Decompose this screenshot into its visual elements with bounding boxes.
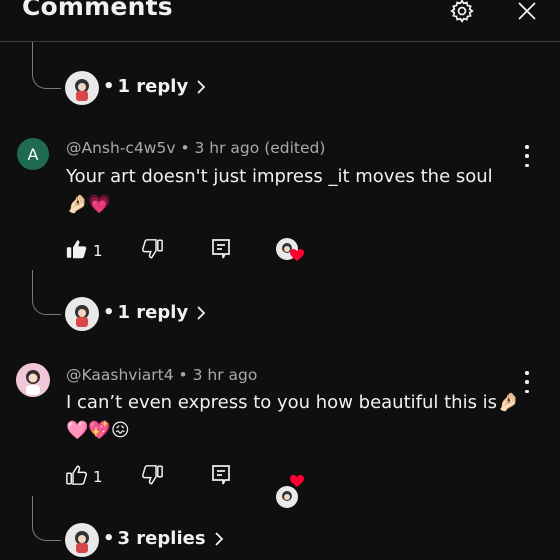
dislike-button[interactable]: [142, 239, 163, 263]
comment-author[interactable]: @Ansh-c4w5v: [66, 139, 176, 157]
comment-meta: @Kaashviart4 • 3 hr ago: [66, 366, 258, 384]
comment-time: 3 hr ago: [194, 139, 260, 157]
comment-text: I can’t even express to you how beautifu…: [66, 392, 520, 413]
avatar[interactable]: A: [17, 138, 49, 170]
like-button[interactable]: 1: [66, 239, 103, 263]
like-count: 1: [93, 242, 103, 260]
reply-button[interactable]: [211, 238, 231, 264]
chevron-right-icon: [196, 79, 206, 95]
comment-emojis: 🤌🏻💗: [66, 194, 111, 215]
view-replies-button[interactable]: • 1 reply: [103, 76, 206, 97]
heart-icon: [290, 247, 304, 266]
thread-line: [32, 270, 61, 315]
thumbs-down-icon: [142, 465, 163, 489]
comment-time: 3 hr ago: [192, 366, 258, 384]
comment-emojis: 🩷💖😖: [66, 420, 130, 441]
thumbs-up-icon: [66, 465, 87, 489]
more-options-icon[interactable]: [517, 145, 537, 167]
comment-meta: @Ansh-c4w5v • 3 hr ago (edited): [66, 139, 326, 157]
view-replies-button[interactable]: • 3 replies: [103, 528, 224, 549]
reply-avatar: [65, 71, 99, 105]
comment-icon: [211, 464, 231, 490]
heart-icon: [290, 473, 304, 492]
dislike-button[interactable]: [142, 465, 163, 489]
like-count: 1: [93, 468, 103, 486]
edited-label: (edited): [264, 139, 326, 157]
comment-author[interactable]: @Kaashviart4: [66, 366, 174, 384]
header-divider: [0, 41, 560, 42]
avatar[interactable]: [16, 363, 50, 397]
thumbs-down-icon: [142, 239, 163, 263]
more-options-icon[interactable]: [517, 371, 537, 393]
chevron-right-icon: [196, 305, 206, 321]
reply-avatar: [65, 523, 99, 557]
thread-line: [32, 496, 61, 541]
panel-title: Comments: [22, 0, 173, 21]
thumbs-up-filled-icon: [66, 239, 87, 263]
close-icon[interactable]: [512, 0, 542, 26]
reply-avatar: [65, 297, 99, 331]
thread-line: [32, 42, 61, 89]
like-button[interactable]: 1: [66, 465, 103, 489]
chevron-right-icon: [214, 531, 224, 547]
view-replies-button[interactable]: • 1 reply: [103, 302, 206, 323]
reply-button[interactable]: [211, 464, 231, 490]
comment-icon: [211, 238, 231, 264]
comment-text: Your art doesn't just impress _it moves …: [66, 166, 493, 187]
gear-icon[interactable]: [447, 0, 477, 26]
